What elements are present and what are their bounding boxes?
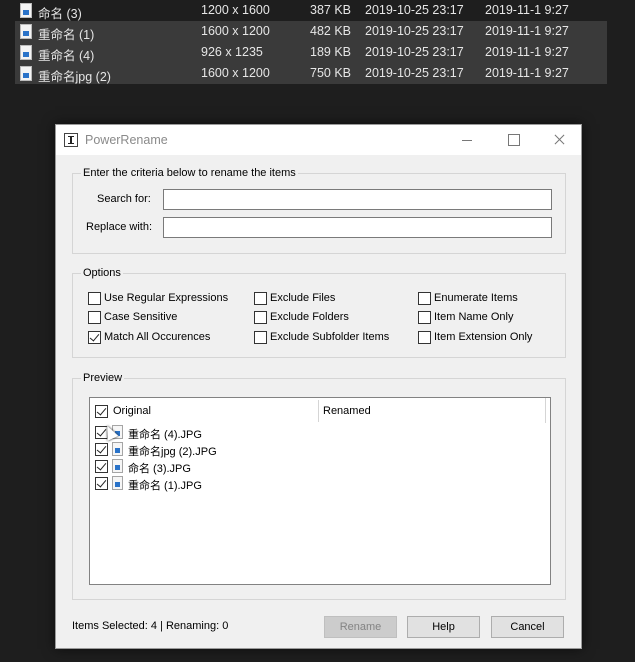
exclude-folders-label: Exclude Folders: [270, 311, 349, 323]
file-modified: 2019-11-1 9:27: [485, 66, 569, 80]
case-sensitive-label: Case Sensitive: [104, 311, 178, 323]
preview-item-name: 重命名jpg (2).JPG: [128, 446, 217, 458]
file-dimensions: 1200 x 1600: [201, 3, 270, 17]
match-all-label: Match All Occurences: [104, 331, 211, 343]
file-modified: 2019-11-1 9:27: [485, 24, 569, 38]
select-all-checkbox[interactable]: [95, 405, 108, 418]
column-header-renamed[interactable]: Renamed: [323, 405, 371, 417]
preview-list-header: Original Renamed: [90, 398, 550, 423]
rename-button[interactable]: Rename: [324, 616, 397, 638]
image-file-icon: [112, 476, 123, 490]
name-only-checkbox[interactable]: [418, 311, 431, 324]
status-text: Items Selected: 4 | Renaming: 0: [72, 620, 229, 632]
file-modified: 2019-11-1 9:27: [485, 3, 569, 17]
preview-group-label: Preview: [81, 372, 125, 384]
file-name: 命名 (3): [38, 7, 82, 21]
image-file-icon: [20, 45, 32, 60]
preview-item-name: 重命名 (1).JPG: [128, 480, 202, 492]
powerrename-app-icon: [64, 133, 78, 147]
file-created: 2019-10-25 23:17: [365, 66, 464, 80]
case-sensitive-checkbox[interactable]: [88, 311, 101, 324]
file-created: 2019-10-25 23:17: [365, 45, 464, 59]
use-regex-label: Use Regular Expressions: [104, 292, 229, 304]
extension-only-checkbox[interactable]: [418, 331, 431, 344]
powerrename-dialog: PowerRename Enter the criteria below to …: [55, 124, 582, 649]
file-row[interactable]: 重命名 (1) 1600 x 1200 482 KB 2019-10-25 23…: [0, 21, 635, 42]
options-group-label: Options: [81, 267, 123, 279]
help-button[interactable]: Help: [407, 616, 480, 638]
maximize-button[interactable]: [490, 125, 536, 155]
close-button[interactable]: [536, 125, 582, 155]
file-size: 189 KB: [310, 45, 352, 59]
preview-item-name: 重命名 (4).JPG: [128, 429, 202, 441]
options-group: Options Use Regular Expressions Case Sen…: [72, 267, 566, 358]
preview-item-checkbox[interactable]: [95, 460, 108, 473]
file-size: 750 KB: [310, 66, 352, 80]
replace-label: Replace with:: [86, 221, 153, 233]
criteria-group-label: Enter the criteria below to rename the i…: [81, 167, 298, 179]
name-only-label: Item Name Only: [434, 311, 514, 323]
match-all-checkbox[interactable]: [88, 331, 101, 344]
file-size: 482 KB: [310, 24, 352, 38]
exclude-folders-checkbox[interactable]: [254, 311, 267, 324]
file-name: 重命名 (1): [38, 28, 95, 42]
preview-item-name: 命名 (3).JPG: [128, 463, 191, 475]
criteria-group: Enter the criteria below to rename the i…: [72, 167, 566, 254]
image-file-icon: [112, 459, 123, 473]
replace-input[interactable]: [163, 217, 552, 238]
file-created: 2019-10-25 23:17: [365, 3, 464, 17]
file-size: 387 KB: [310, 3, 352, 17]
cancel-button[interactable]: Cancel: [491, 616, 564, 638]
file-name: 重命名 (4): [38, 49, 95, 63]
preview-item-checkbox[interactable]: [95, 443, 108, 456]
image-file-icon: [20, 66, 32, 81]
file-row[interactable]: 重命名jpg (2) 1600 x 1200 750 KB 2019-10-25…: [0, 63, 635, 84]
preview-item-checkbox[interactable]: [95, 477, 108, 490]
exclude-subfolder-checkbox[interactable]: [254, 331, 267, 344]
enumerate-checkbox[interactable]: [418, 292, 431, 305]
search-input[interactable]: [163, 189, 552, 210]
file-row[interactable]: 重命名 (4) 926 x 1235 189 KB 2019-10-25 23:…: [0, 42, 635, 63]
use-regex-checkbox[interactable]: [88, 292, 101, 305]
file-modified: 2019-11-1 9:27: [485, 45, 569, 59]
preview-list[interactable]: Original Renamed 重命名 (4).JPG 重命名jpg (2).…: [89, 397, 551, 585]
file-dimensions: 1600 x 1200: [201, 24, 270, 38]
file-created: 2019-10-25 23:17: [365, 24, 464, 38]
exclude-files-label: Exclude Files: [270, 292, 336, 304]
search-label: Search for:: [97, 193, 151, 205]
exclude-subfolder-label: Exclude Subfolder Items: [270, 331, 390, 343]
exclude-files-checkbox[interactable]: [254, 292, 267, 305]
minimize-button[interactable]: [444, 125, 490, 155]
extension-only-label: Item Extension Only: [434, 331, 533, 343]
file-dimensions: 926 x 1235: [201, 45, 263, 59]
file-row[interactable]: 命名 (3) 1200 x 1600 387 KB 2019-10-25 23:…: [0, 0, 635, 21]
file-name: 重命名jpg (2): [38, 70, 111, 84]
title-bar[interactable]: PowerRename: [56, 125, 581, 155]
image-file-icon: [112, 442, 123, 456]
window-title: PowerRename: [85, 133, 168, 147]
image-file-icon: [20, 3, 32, 18]
image-file-icon: [20, 24, 32, 39]
enumerate-label: Enumerate Items: [434, 292, 518, 304]
file-dimensions: 1600 x 1200: [201, 66, 270, 80]
column-header-original[interactable]: Original: [113, 405, 151, 417]
